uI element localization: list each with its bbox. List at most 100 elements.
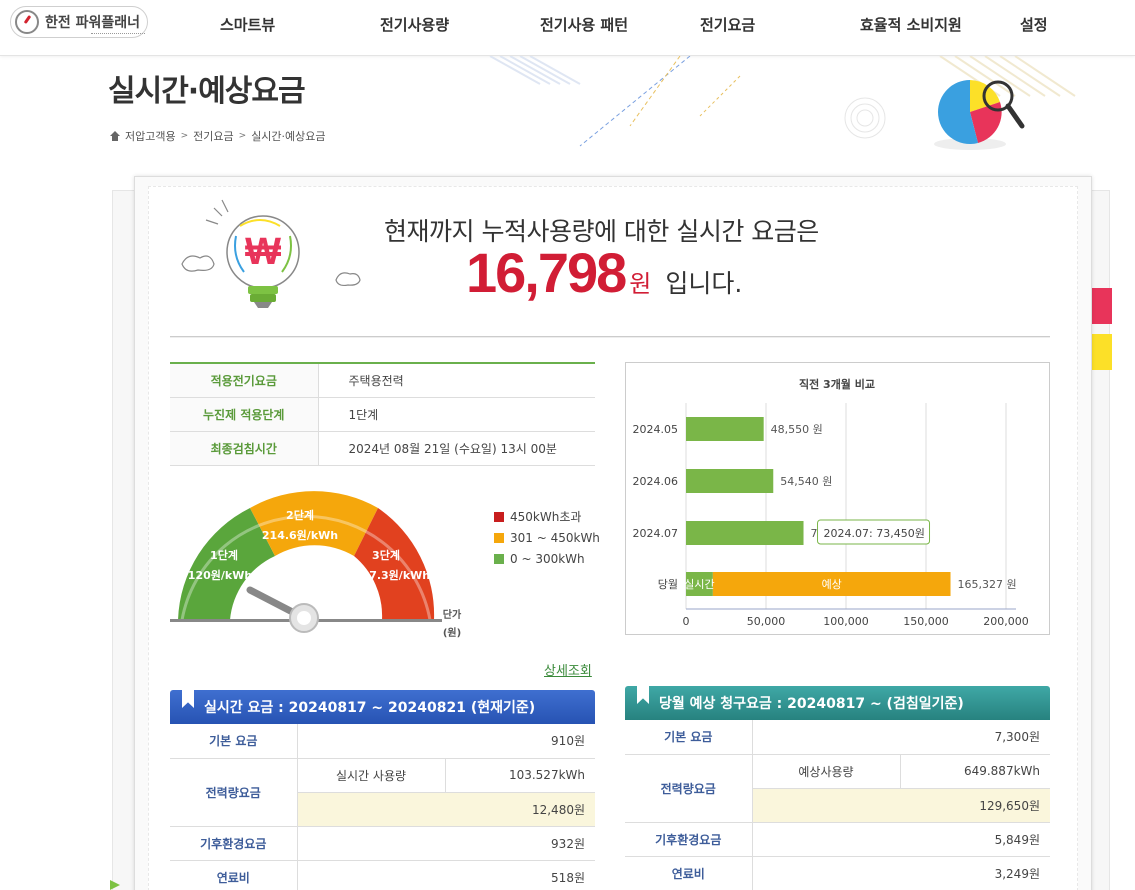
chart-bar-realtime <box>686 469 774 493</box>
chevron-right-icon: > <box>238 131 247 141</box>
chart-tooltip-text: 2024.07: 73,450원 <box>824 527 925 540</box>
forecast-fee-table: 기본 요금 7,300원 전력량요금 예상사용량 649.887kWh 129,… <box>625 720 1050 890</box>
legend-label: 301 ~ 450kWh <box>510 530 600 545</box>
tier-value: 1단계 <box>318 397 595 432</box>
side-tab-yellow <box>1092 334 1112 370</box>
legend-item: 301 ~ 450kWh <box>494 527 600 548</box>
rate-type-label: 적용전기요금 <box>170 363 319 398</box>
table-row: 전력량요금 예상사용량 649.887kWh <box>625 754 1050 823</box>
usage-value: 649.887kWh <box>900 754 1050 789</box>
climate-fee-label: 기후환경요금 <box>625 822 753 857</box>
legend-label: 450kWh초과 <box>510 510 582 524</box>
energy-fee-value: 12,480원 <box>297 792 595 827</box>
tier3-name: 3단계 <box>372 548 400 562</box>
chart-bar-realtime <box>686 521 804 545</box>
tier1-price: 120원/kWh <box>188 568 252 582</box>
base-fee-value: 910원 <box>297 724 595 759</box>
amount-suffix: 입니다. <box>665 269 743 298</box>
base-fee-label: 기본 요금 <box>170 724 298 759</box>
three-month-chart: 직전 3개월 비교 0 50,000 100,000 150,000 200,000 20… <box>625 362 1050 635</box>
chart-series-label-forecast: 예상 <box>822 578 842 591</box>
table-row: 기후환경요금 5,849원 <box>625 822 1050 857</box>
climate-fee-value: 5,849원 <box>752 822 1050 857</box>
table-row: 최종검침시간 2024년 08월 21일 (수요일) 13시 00분 <box>170 431 595 466</box>
pie-chart-magnifier-icon <box>934 80 1025 150</box>
usage-label: 예상사용량 <box>752 754 901 789</box>
tier2-name: 2단계 <box>286 508 314 522</box>
chart-xtick-label: 150,000 <box>903 615 949 628</box>
base-fee-value: 7,300원 <box>752 720 1050 755</box>
chart-data-label: 54,540 원 <box>780 475 832 488</box>
rate-type-value: 주택용전력 <box>318 363 595 398</box>
rate-info-table: 적용전기요금 주택용전력 누진제 적용단계 1단계 최종검침시간 2024년 0… <box>170 362 595 466</box>
nav-bill[interactable]: 전기요금 <box>700 14 755 35</box>
page-title: 실시간·예상요금 <box>108 74 306 109</box>
last-reading-value: 2024년 08월 21일 (수요일) 13시 00분 <box>318 431 595 466</box>
realtime-section-title: 실시간 요금 : 20240817 ~ 20240821 (현재기준) <box>204 700 536 716</box>
breadcrumb-item-customer[interactable]: 저압고객용 <box>125 128 176 144</box>
table-row: 누진제 적용단계 1단계 <box>170 397 595 432</box>
bookmark-icon <box>637 684 649 704</box>
fuel-fee-label: 연료비 <box>625 856 753 890</box>
chart-title: 직전 3개월 비교 <box>799 377 875 391</box>
fuel-fee-value: 3,249원 <box>752 856 1050 890</box>
gauge-unit-line1: 단가 <box>443 608 462 621</box>
top-nav: 한전 파워플래너 스마트뷰 전기사용량 전기사용 패턴 전기요금 효율적 소비지… <box>0 0 1135 56</box>
nav-smartview[interactable]: 스마트뷰 <box>220 14 275 35</box>
side-tab-red <box>1092 288 1112 324</box>
usage-value: 103.527kWh <box>445 758 595 793</box>
realtime-section-header: 실시간 요금 : 20240817 ~ 20240821 (현재기준) <box>170 688 595 724</box>
energy-fee-label: 전력량요금 <box>625 754 753 823</box>
table-row: 기후환경요금 932원 <box>170 826 595 861</box>
detail-view-link[interactable]: 상세조회 <box>544 660 592 679</box>
chart-xtick-label: 0 <box>683 615 690 628</box>
base-fee-label: 기본 요금 <box>625 720 753 755</box>
tier2-price: 214.6원/kWh <box>262 528 338 542</box>
fuel-fee-label: 연료비 <box>170 860 298 890</box>
legend-label: 0 ~ 300kWh <box>510 551 585 566</box>
svg-text:₩: ₩ <box>245 231 281 273</box>
bar-chart-svg: 직전 3개월 비교 0 50,000 100,000 150,000 200,000 20… <box>633 377 1029 628</box>
nav-pattern[interactable]: 전기사용 패턴 <box>540 14 628 35</box>
breadcrumb-item-bill[interactable]: 전기요금 <box>193 128 233 144</box>
realtime-amount: 16,798 <box>466 241 627 304</box>
lightbulb-won-icon: ₩ <box>181 199 361 308</box>
chart-bar-realtime <box>686 417 764 441</box>
legend-item: 450kWh초과 <box>494 506 600 527</box>
fuel-fee-value: 518원 <box>297 860 595 890</box>
realtime-amount-row: 16,798 원 입니다. <box>466 240 742 305</box>
logo-wire-decoration <box>91 33 145 35</box>
nav-settings[interactable]: 설정 <box>1020 14 1048 35</box>
gauge-legend: 450kWh초과 301 ~ 450kWh 0 ~ 300kWh <box>494 506 600 569</box>
chart-category-label: 2024.07 <box>633 527 679 540</box>
table-row: 기본 요금 7,300원 <box>625 720 1050 755</box>
usage-label: 실시간 사용량 <box>297 758 446 793</box>
climate-fee-value: 932원 <box>297 826 595 861</box>
legend-swatch-red <box>494 511 504 522</box>
legend-item: 0 ~ 300kWh <box>494 548 600 569</box>
forecast-section-header: 당월 예상 청구요금 : 20240817 ~ (검침일기준) <box>625 684 1050 720</box>
legend-swatch-green <box>494 553 504 564</box>
logo[interactable]: 한전 파워플래너 <box>10 6 148 38</box>
realtime-fee-table: 기본 요금 910원 전력량요금 실시간 사용량 103.527kWh 12,4… <box>170 724 595 890</box>
climate-fee-label: 기후환경요금 <box>170 826 298 861</box>
tier-gauge: 1단계 120원/kWh 2단계 214.6원/kWh 3단계 307.3원/k… <box>170 491 462 639</box>
breadcrumb-item-current[interactable]: 실시간·예상요금 <box>251 128 325 144</box>
green-marker <box>110 880 120 890</box>
home-icon[interactable] <box>110 131 120 141</box>
logo-text: 한전 파워플래너 <box>45 15 141 31</box>
energy-fee-label: 전력량요금 <box>170 758 298 827</box>
chart-xtick-label: 100,000 <box>823 615 869 628</box>
energy-fee-value: 129,650원 <box>752 788 1050 823</box>
legend-swatch-orange <box>494 532 504 543</box>
divider <box>170 336 1050 338</box>
chart-category-label: 당월 <box>658 578 678 591</box>
chevron-right-icon: > <box>180 131 189 141</box>
chart-xtick-label: 200,000 <box>983 615 1029 628</box>
nav-usage[interactable]: 전기사용량 <box>380 14 449 35</box>
table-row: 전력량요금 실시간 사용량 103.527kWh <box>170 758 595 827</box>
gauge-unit-line2: (원) <box>443 626 461 639</box>
nav-efficiency[interactable]: 효율적 소비지원 <box>860 14 962 35</box>
last-reading-label: 최종검침시간 <box>170 431 319 466</box>
table-row: 기본 요금 910원 <box>170 724 595 759</box>
